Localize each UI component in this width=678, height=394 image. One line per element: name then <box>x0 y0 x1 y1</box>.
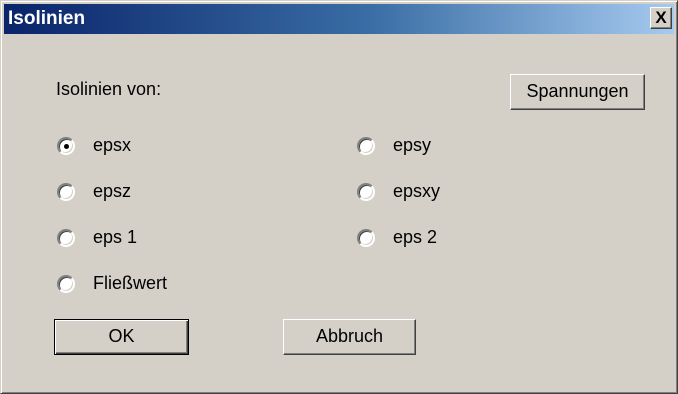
radio-circle-icon <box>57 182 75 201</box>
radio-circle-icon <box>357 182 375 201</box>
radio-label: eps 1 <box>93 227 138 247</box>
title-bar[interactable]: Isolinien X <box>4 4 674 34</box>
radio-label: Fließwert <box>93 273 168 293</box>
spannungen-button[interactable]: Spannungen <box>510 74 645 110</box>
radio-fliesswert[interactable]: Fließwert <box>57 273 167 294</box>
radio-circle-icon <box>357 228 375 247</box>
radio-label: epsy <box>393 135 432 155</box>
radio-epsz[interactable]: epsz <box>57 181 131 202</box>
radio-label: epsz <box>93 181 132 201</box>
radio-circle-icon <box>357 136 375 155</box>
radio-label: epsxy <box>393 181 441 201</box>
radio-epsy[interactable]: epsy <box>357 135 431 156</box>
radio-label: eps 2 <box>393 227 438 247</box>
ok-button[interactable]: OK <box>54 319 189 355</box>
isolinien-von-label: Isolinien von: <box>56 79 162 99</box>
radio-circle-icon <box>57 274 75 293</box>
radio-eps-1[interactable]: eps 1 <box>57 227 137 248</box>
radio-circle-icon <box>57 228 75 247</box>
isolinien-dialog: Isolinien X Isolinien von: Spannungen ep… <box>0 0 678 394</box>
cancel-button[interactable]: Abbruch <box>283 319 416 355</box>
radio-epsx[interactable]: epsx <box>57 135 131 156</box>
radio-epsxy[interactable]: epsxy <box>357 181 440 202</box>
radio-eps-2[interactable]: eps 2 <box>357 227 437 248</box>
radio-circle-icon <box>57 136 75 155</box>
radio-label: epsx <box>93 135 132 155</box>
close-button[interactable]: X <box>650 7 672 29</box>
window-title: Isolinien <box>8 8 86 29</box>
